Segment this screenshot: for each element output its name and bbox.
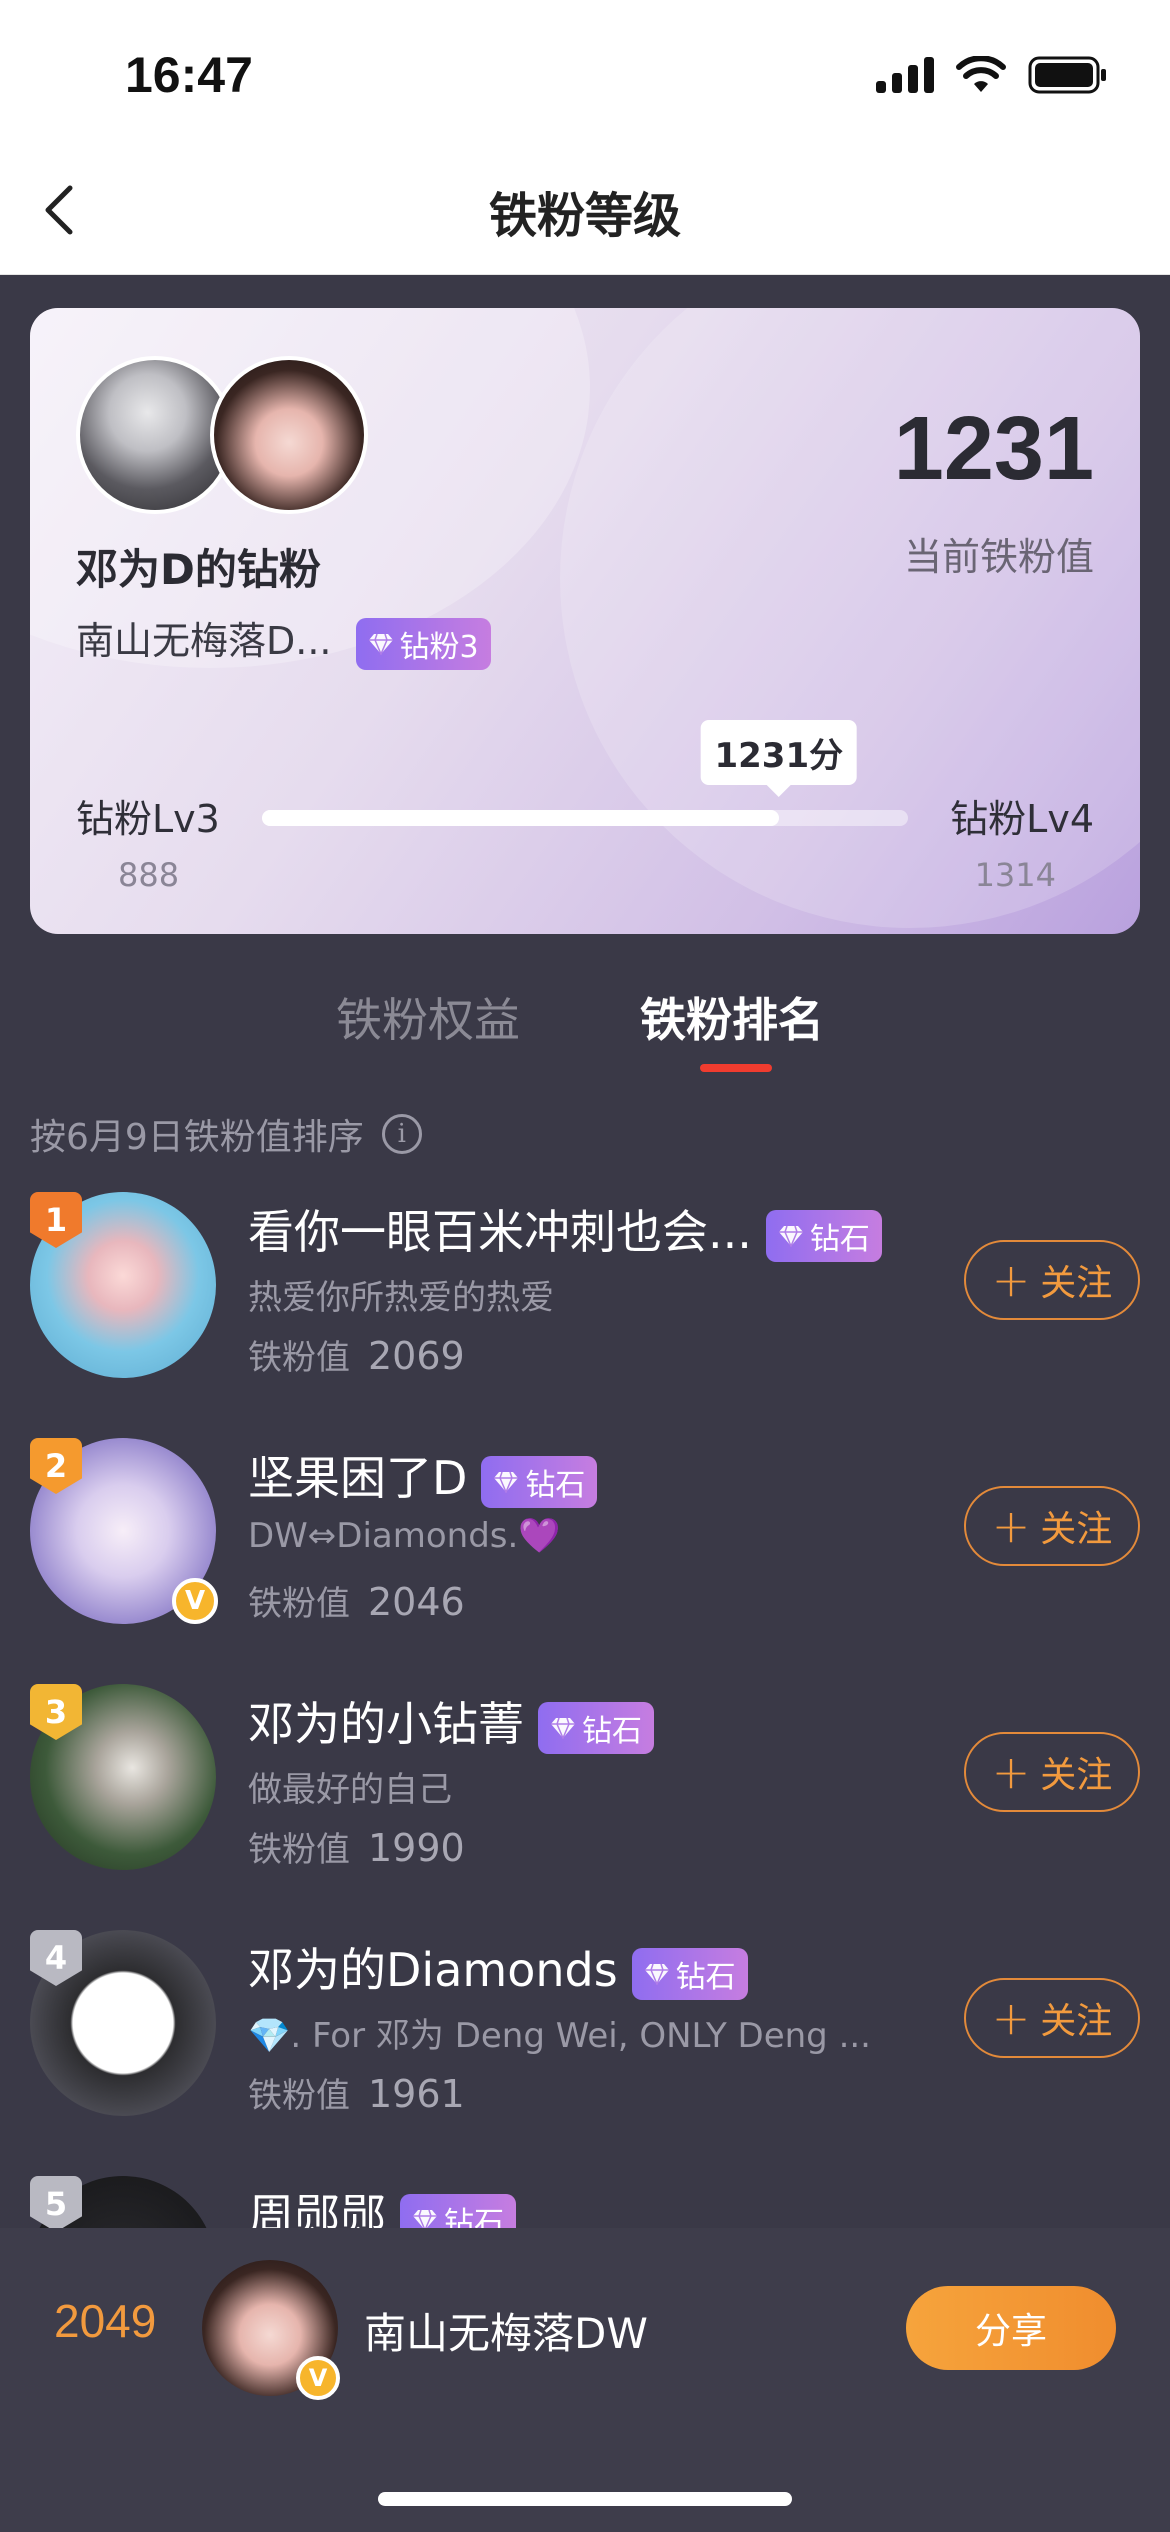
ranking-row[interactable]: 2 V 坚果困了D 钻石 DW⇔Diamonds.💜 铁粉值 2046 + 关注 bbox=[0, 1438, 1170, 1684]
cellular-signal-icon bbox=[876, 57, 934, 93]
fan-signature: 热爱你所热爱的热爱 bbox=[248, 1278, 554, 1318]
fan-signature: DW⇔Diamonds.💜 bbox=[248, 1516, 561, 1556]
fan-value: 1961 bbox=[368, 2072, 465, 2116]
verified-icon: V bbox=[172, 1578, 218, 1624]
follow-button[interactable]: + 关注 bbox=[964, 1240, 1140, 1320]
diamond-icon bbox=[551, 1717, 575, 1739]
diamond-badge: 钻石 bbox=[481, 1455, 598, 1508]
fan-name[interactable]: 坚果困了D bbox=[248, 1451, 467, 1505]
plus-icon: + bbox=[991, 1991, 1031, 2045]
diamond-badge: 钻石 bbox=[631, 1947, 748, 2000]
level-progress-bar bbox=[262, 810, 908, 826]
diamond-icon bbox=[644, 1963, 669, 1985]
fan-name-line: 邓为的Diamonds 钻石 bbox=[248, 1934, 748, 2000]
ranking-row[interactable]: 3 邓为的小钻菁 钻石 做最好的自己 铁粉值 1990 + 关注 bbox=[0, 1684, 1170, 1930]
my-fan-value: 2049 bbox=[54, 2295, 157, 2347]
diamond-icon bbox=[368, 633, 393, 655]
my-name: 南山无梅落DW bbox=[364, 2309, 648, 2358]
diamond-icon bbox=[778, 1225, 803, 1247]
active-tab-indicator bbox=[700, 1064, 772, 1072]
level-progress-fill bbox=[262, 810, 779, 826]
fan-signature: 做最好的自己 bbox=[248, 1770, 452, 1810]
fan-value-label: 铁粉值 bbox=[248, 2076, 350, 2116]
fan-value: 1990 bbox=[368, 1826, 465, 1870]
plus-icon: + bbox=[991, 1499, 1031, 1553]
card-user-line: 南山无梅落D... 钻粉3 bbox=[76, 610, 491, 670]
fan-level-card: 邓为D的钻粉 南山无梅落D... 钻粉3 1231 当前铁粉值 1231分 钻粉L… bbox=[30, 308, 1140, 934]
fan-name-line: 邓为的小钻菁 钻石 bbox=[248, 1688, 654, 1754]
fan-name[interactable]: 邓为的小钻菁 bbox=[248, 1697, 524, 1751]
fan-signature: 💎. For 邓为 Deng Wei, ONLY Deng ... bbox=[248, 2016, 871, 2056]
status-bar: 16:47 bbox=[0, 0, 1170, 150]
user-avatar[interactable] bbox=[210, 356, 368, 514]
fan-name[interactable]: 邓为的Diamonds bbox=[248, 1943, 618, 1997]
fan-value-line: 铁粉值 2069 bbox=[248, 1330, 465, 1379]
navigation-bar: 铁粉等级 bbox=[0, 150, 1170, 275]
progress-tooltip: 1231分 bbox=[700, 720, 858, 797]
diamond-badge: 钻石 bbox=[538, 1701, 654, 1754]
follow-button[interactable]: + 关注 bbox=[964, 1486, 1140, 1566]
fan-value: 2046 bbox=[368, 1580, 465, 1624]
tab-fan-benefits[interactable]: 铁粉权益 bbox=[336, 984, 520, 1050]
fan-value-line: 铁粉值 1961 bbox=[248, 2068, 465, 2117]
fan-value-label: 铁粉值 bbox=[248, 1338, 350, 1378]
diamond-badge-label: 钻石 bbox=[809, 1221, 870, 1257]
diamond-badge-label: 钻石 bbox=[675, 1959, 736, 1995]
status-icons bbox=[876, 56, 1108, 94]
verified-icon: V bbox=[296, 2356, 340, 2400]
ranking-row[interactable]: 4 邓为的Diamonds 钻石 💎. For 邓为 Deng Wei, ONLY D… bbox=[0, 1930, 1170, 2176]
next-level-label: 钻粉Lv4 bbox=[950, 797, 1094, 841]
info-icon[interactable]: i bbox=[381, 1114, 422, 1154]
status-time: 16:47 bbox=[125, 47, 253, 103]
follow-label: 关注 bbox=[1040, 2001, 1113, 2042]
diamond-badge-label: 钻石 bbox=[525, 1467, 586, 1503]
tab-fan-ranking[interactable]: 铁粉排名 bbox=[640, 984, 824, 1050]
follow-label: 关注 bbox=[1040, 1263, 1113, 1304]
current-fan-score: 1231 bbox=[893, 399, 1094, 499]
fan-value-label: 铁粉值 bbox=[248, 1584, 350, 1624]
wifi-icon bbox=[956, 56, 1006, 92]
follow-button[interactable]: + 关注 bbox=[964, 1732, 1140, 1812]
battery-icon bbox=[1028, 56, 1106, 94]
diamond-badge: 钻石 bbox=[765, 1209, 882, 1262]
current-level-threshold: 888 bbox=[118, 856, 180, 894]
diamond-icon bbox=[494, 1471, 519, 1493]
sort-text: 按6月9日铁粉值排序 bbox=[30, 1117, 364, 1158]
my-rank-bar: 2049 V 南山无梅落DW 分享 bbox=[0, 2228, 1170, 2532]
plus-icon: + bbox=[991, 1745, 1031, 1799]
diamond-badge-label: 钻石 bbox=[582, 1713, 642, 1749]
page-title: 铁粉等级 bbox=[488, 188, 681, 244]
fan-value-label: 铁粉值 bbox=[248, 1830, 350, 1870]
plus-icon: + bbox=[991, 1253, 1031, 1307]
follow-label: 关注 bbox=[1040, 1509, 1113, 1550]
fan-value-line: 铁粉值 1990 bbox=[248, 1822, 465, 1871]
fan-name[interactable]: 看你一眼百米冲刺也会... bbox=[248, 1205, 752, 1259]
current-level-label: 钻粉Lv3 bbox=[76, 797, 220, 841]
level-badge: 钻粉3 bbox=[355, 617, 491, 670]
fan-group-name: 邓为D的钻粉 bbox=[76, 545, 321, 594]
fan-name-line: 坚果困了D 钻石 bbox=[248, 1442, 598, 1508]
share-button[interactable]: 分享 bbox=[906, 2286, 1116, 2370]
fan-value-line: 铁粉值 2046 bbox=[248, 1576, 465, 1625]
fan-value: 2069 bbox=[368, 1334, 465, 1378]
follow-button[interactable]: + 关注 bbox=[964, 1978, 1140, 2058]
ranking-row[interactable]: 1 看你一眼百米冲刺也会... 钻石 热爱你所热爱的热爱 铁粉值 2069 + 关注 bbox=[0, 1192, 1170, 1438]
next-level-threshold: 1314 bbox=[974, 856, 1056, 894]
level-badge-label: 钻粉3 bbox=[399, 629, 479, 665]
home-indicator[interactable] bbox=[378, 2492, 792, 2506]
fan-name-line: 看你一眼百米冲刺也会... 钻石 bbox=[248, 1196, 882, 1262]
current-fan-score-label: 当前铁粉值 bbox=[903, 535, 1094, 579]
sort-description: 按6月9日铁粉值排序 i bbox=[30, 1108, 422, 1160]
card-user-name: 南山无梅落D... bbox=[76, 619, 332, 663]
follow-label: 关注 bbox=[1040, 1755, 1113, 1796]
